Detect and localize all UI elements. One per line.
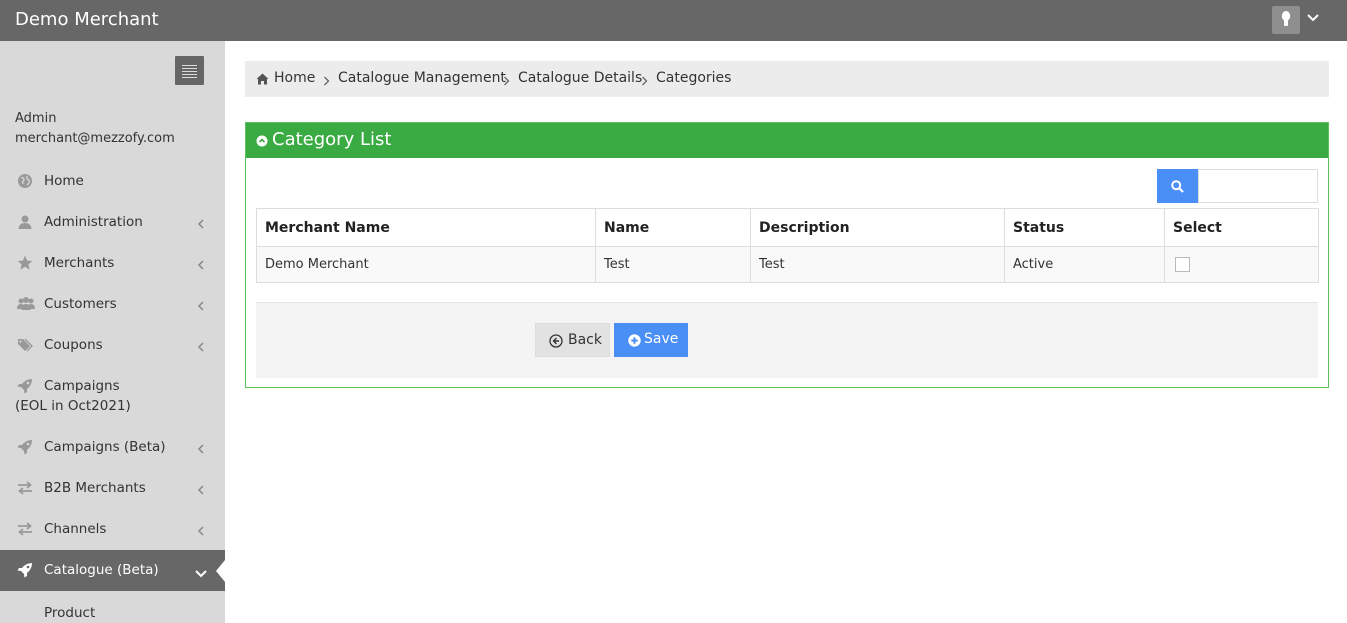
users-icon: [17, 296, 35, 312]
sidebar-item-customers[interactable]: Customers: [0, 284, 225, 325]
top-bar: Demo Merchant: [0, 0, 1347, 41]
breadcrumb-catalogue-management[interactable]: Catalogue Management: [338, 70, 506, 86]
sidebar-item-campaigns[interactable]: Campaigns (EOL in Oct2021): [0, 366, 225, 427]
hamburger-icon[interactable]: [175, 56, 204, 85]
sidebar-item-catalogue-beta[interactable]: Catalogue (Beta): [0, 550, 225, 591]
chevron-left-icon: [197, 299, 205, 315]
category-list-panel: Category List Merchant Name Name Descrip…: [245, 122, 1329, 388]
arrow-circle-left-icon: [549, 334, 563, 352]
sidebar-item-sublabel: (EOL in Oct2021): [15, 398, 131, 414]
sidebar-item-label: Coupons: [44, 337, 103, 353]
chevron-down-icon[interactable]: [1307, 11, 1319, 27]
back-button-label: Back: [568, 332, 602, 348]
user-icon: [17, 214, 33, 230]
save-button[interactable]: Save: [614, 323, 688, 357]
user-email: merchant@mezzofy.com: [15, 131, 175, 146]
sidebar-item-label: Merchants: [44, 255, 115, 271]
category-table: Merchant Name Name Description Status Se…: [256, 208, 1319, 283]
column-header-name[interactable]: Name: [595, 208, 751, 247]
back-button[interactable]: Back: [535, 323, 610, 357]
search-button[interactable]: [1157, 169, 1198, 203]
search-icon: [1171, 180, 1184, 193]
column-header-description[interactable]: Description: [750, 208, 1005, 247]
form-actions-bar: Back Save: [256, 302, 1318, 378]
sidebar-item-label: Campaigns: [44, 378, 120, 394]
sidebar-item-label: B2B Merchants: [44, 480, 146, 496]
select-checkbox[interactable]: [1175, 257, 1190, 272]
chevron-left-icon: [197, 524, 205, 540]
panel-title: Category List: [272, 129, 392, 150]
exchange-icon: [17, 480, 33, 496]
sidebar-item-label: Home: [44, 173, 84, 189]
sidebar-item-label: Administration: [44, 214, 143, 230]
rocket-icon: [17, 562, 33, 578]
sidebar-item-label: Customers: [44, 296, 117, 312]
home-icon: [256, 73, 269, 89]
cell-description: Test: [750, 246, 1005, 283]
breadcrumb-home[interactable]: Home: [274, 70, 315, 86]
chevron-right-icon: [641, 74, 648, 90]
breadcrumb: Home Catalogue Management Catalogue Deta…: [245, 61, 1329, 97]
sidebar-item-channels[interactable]: Channels: [0, 509, 225, 550]
sidebar-item-label: Channels: [44, 521, 107, 537]
cell-name: Test: [595, 246, 751, 283]
cell-select: [1164, 246, 1319, 283]
app-title: Demo Merchant: [15, 9, 159, 30]
chevron-down-icon: [195, 566, 207, 582]
chevron-right-icon: [503, 74, 510, 90]
sidebar-subitem-product[interactable]: Product: [44, 605, 95, 621]
breadcrumb-catalogue-details[interactable]: Catalogue Details: [518, 70, 642, 86]
sidebar-item-home[interactable]: Home: [0, 161, 225, 202]
chevron-left-icon: [197, 442, 205, 458]
cell-status: Active: [1004, 246, 1165, 283]
panel-header: Category List: [246, 123, 1328, 158]
sidebar-item-administration[interactable]: Administration: [0, 202, 225, 243]
search-input[interactable]: [1198, 169, 1318, 203]
table-header-row: Merchant Name Name Description Status Se…: [256, 208, 1319, 247]
column-header-merchant-name[interactable]: Merchant Name: [256, 208, 596, 247]
breadcrumb-categories: Categories: [656, 70, 732, 86]
active-indicator: [216, 560, 225, 582]
chevron-left-icon: [197, 258, 205, 274]
sidebar-item-campaigns-beta[interactable]: Campaigns (Beta): [0, 427, 225, 468]
cell-merchant-name: Demo Merchant: [256, 246, 596, 283]
chevron-left-icon: [197, 340, 205, 356]
sidebar-item-label: Catalogue (Beta): [44, 562, 159, 578]
rocket-icon: [17, 378, 33, 394]
globe-icon: [17, 173, 33, 189]
plus-circle-icon: [628, 334, 641, 351]
sidebar-item-merchants[interactable]: Merchants: [0, 243, 225, 284]
column-header-status[interactable]: Status: [1004, 208, 1165, 247]
sidebar-item-coupons[interactable]: Coupons: [0, 325, 225, 366]
sidebar: Admin merchant@mezzofy.com Home Administ…: [0, 41, 225, 623]
save-button-label: Save: [644, 331, 679, 347]
sidebar-item-label: Campaigns (Beta): [44, 439, 166, 455]
column-header-select: Select: [1164, 208, 1319, 247]
star-icon: [17, 255, 33, 271]
rocket-icon: [17, 439, 33, 455]
exchange-icon: [17, 521, 33, 537]
chevron-left-icon: [197, 217, 205, 233]
sidebar-item-b2b-merchants[interactable]: B2B Merchants: [0, 468, 225, 509]
chevron-left-icon: [197, 483, 205, 499]
chevron-circle-icon: [256, 135, 268, 151]
user-role: Admin: [15, 111, 57, 126]
user-avatar-icon[interactable]: [1272, 6, 1300, 34]
tags-icon: [17, 337, 33, 353]
table-row: Demo Merchant Test Test Active: [256, 246, 1319, 283]
chevron-right-icon: [323, 74, 330, 90]
